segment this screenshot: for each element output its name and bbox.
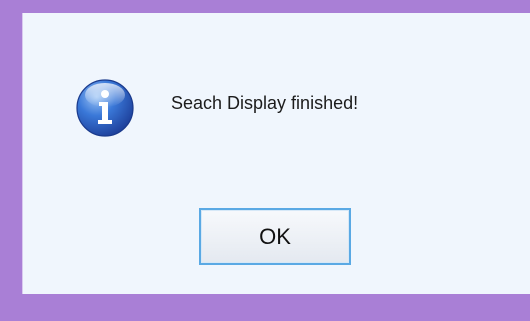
window-frame: Seach Display finished! OK: [0, 0, 530, 321]
dialog-message: Seach Display finished!: [171, 93, 359, 113]
frame-bottom-edge: [22, 294, 530, 321]
frame-left-edge: [0, 13, 22, 294]
info-icon: [76, 79, 134, 137]
ok-button[interactable]: OK: [199, 208, 351, 265]
